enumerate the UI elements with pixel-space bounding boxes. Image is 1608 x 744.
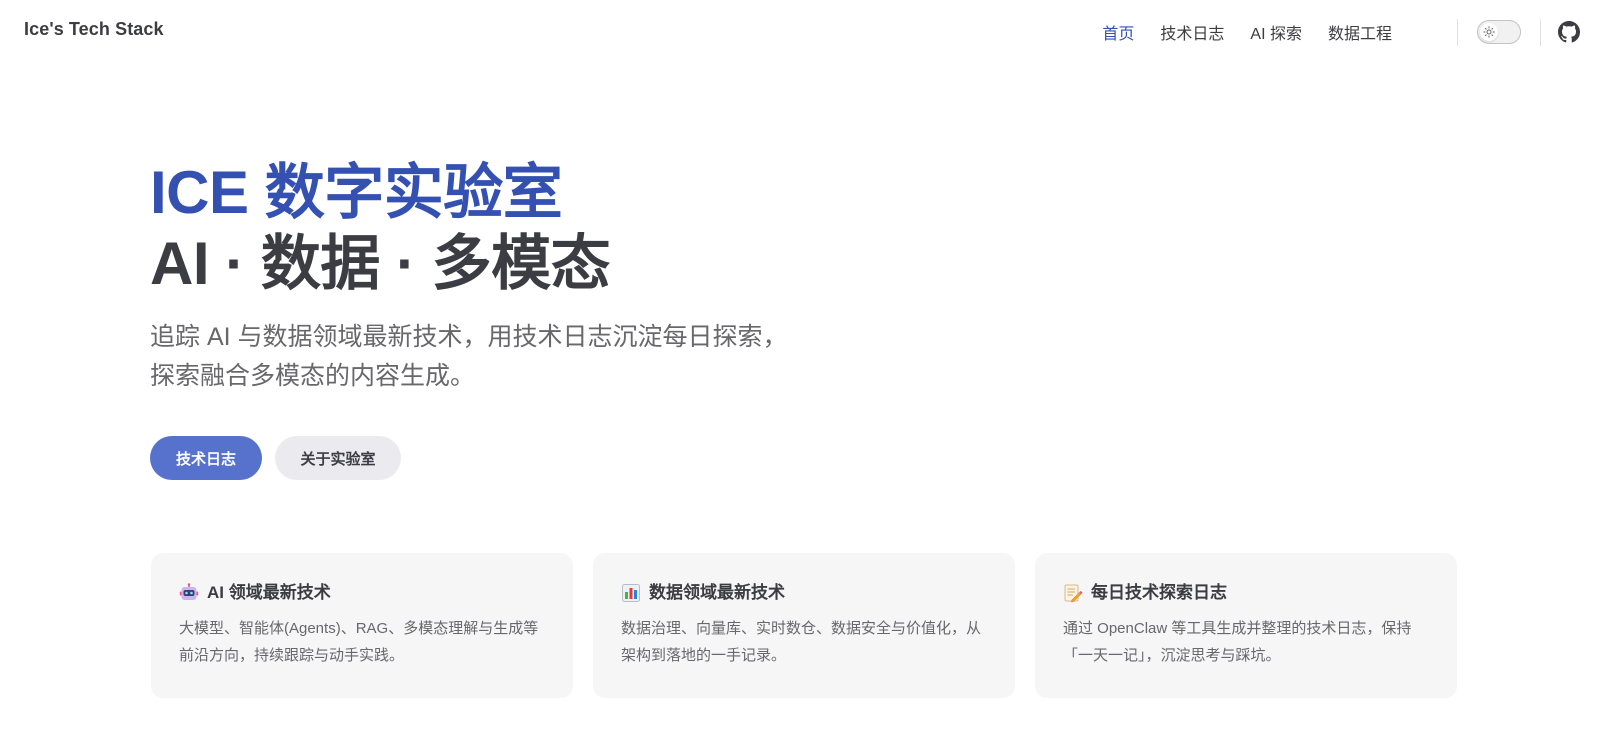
- feature-title-text: 每日技术探索日志: [1091, 583, 1227, 602]
- top-nav: Ice's Tech Stack 首页 技术日志 AI 探索 数据工程: [0, 0, 1608, 64]
- site-title[interactable]: Ice's Tech Stack: [24, 19, 164, 40]
- feature-title: AI 领域最新技术: [179, 581, 545, 605]
- feature-title-text: 数据领域最新技术: [649, 583, 785, 602]
- hero-tagline: 追踪 AI 与数据领域最新技术，用技术日志沉淀每日探索，探索融合多模态的内容生成…: [150, 323, 788, 390]
- feature-title: 每日技术探索日志: [1063, 581, 1429, 605]
- feature-title: 数据领域最新技术: [621, 581, 987, 605]
- memo-icon: [1064, 584, 1083, 603]
- nav-link-ai-explore[interactable]: AI 探索: [1250, 20, 1302, 44]
- nav-links: 首页 技术日志 AI 探索 数据工程: [1076, 0, 1392, 64]
- feature-title-text: AI 领域最新技术: [207, 583, 331, 602]
- sun-icon: [1483, 26, 1495, 38]
- nav-link-home[interactable]: 首页: [1102, 20, 1134, 44]
- github-icon[interactable]: [1558, 21, 1580, 43]
- nav-link-data-engineering[interactable]: 数据工程: [1328, 20, 1392, 44]
- robot-icon: [179, 583, 199, 600]
- feature-card-data: 数据领域最新技术 数据治理、向量库、实时数仓、数据安全与价值化，从架构到落地的一…: [593, 553, 1015, 698]
- tech-log-button[interactable]: 技术日志: [150, 436, 262, 480]
- feature-details: 通过 OpenClaw 等工具生成并整理的技术日志，保持「一天一记」，沉淀思考与…: [1063, 620, 1412, 664]
- bar-chart-icon: [622, 584, 640, 602]
- feature-details: 数据治理、向量库、实时数仓、数据安全与价值化，从架构到落地的一手记录。: [621, 620, 982, 664]
- theme-toggle-knob: [1480, 23, 1498, 41]
- feature-card-daily-log: 每日技术探索日志 通过 OpenClaw 等工具生成并整理的技术日志，保持「一天…: [1035, 553, 1457, 698]
- nav-link-tech-log[interactable]: 技术日志: [1160, 20, 1224, 44]
- feature-details: 大模型、智能体(Agents)、RAG、多模态理解与生成等前沿方向，持续跟踪与动…: [179, 620, 539, 664]
- theme-toggle[interactable]: [1477, 20, 1521, 44]
- feature-card-ai: AI 领域最新技术 大模型、智能体(Agents)、RAG、多模态理解与生成等前…: [151, 553, 573, 698]
- about-lab-button[interactable]: 关于实验室: [275, 436, 401, 480]
- hero-name: ICE 数字实验室: [150, 159, 563, 226]
- nav-divider: [1457, 19, 1458, 46]
- nav-divider: [1540, 19, 1541, 46]
- hero-text: AI · 数据 · 多模态: [150, 230, 611, 297]
